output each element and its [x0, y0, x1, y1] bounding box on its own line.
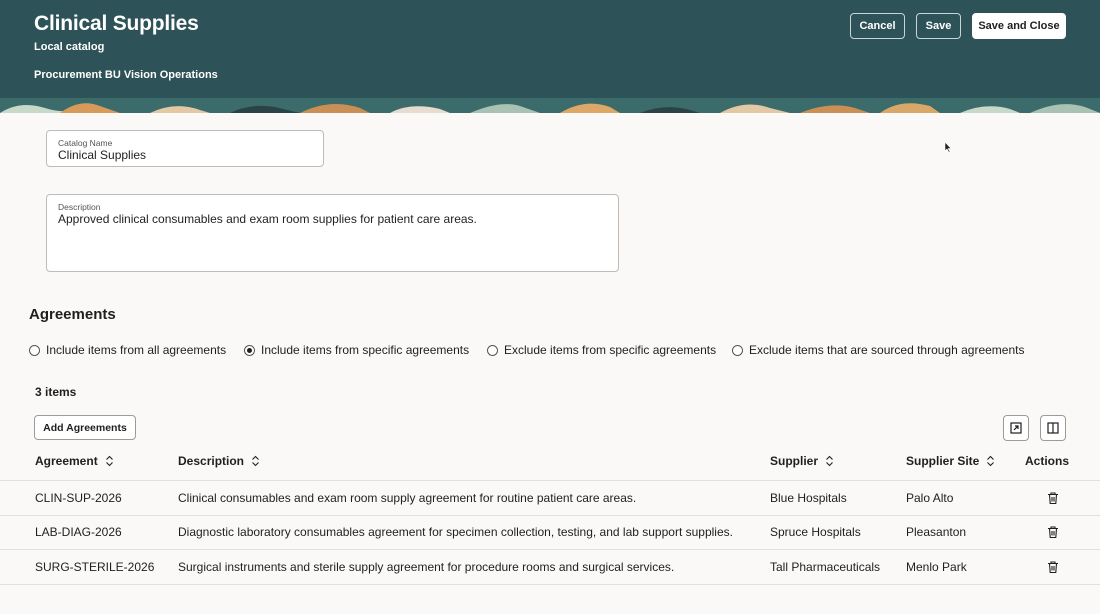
table-divider: [0, 584, 1100, 585]
agreements-section-title: Agreements: [29, 306, 116, 323]
business-unit-label: Procurement BU Vision Operations: [34, 69, 218, 81]
sort-icon[interactable]: [105, 455, 114, 467]
delete-icon[interactable]: [1046, 525, 1060, 539]
column-label: Agreement: [35, 454, 98, 468]
column-header-agreement[interactable]: Agreement: [35, 454, 114, 468]
columns-button[interactable]: [1040, 415, 1066, 441]
page-title: Clinical Supplies: [34, 12, 199, 35]
save-and-close-button[interactable]: Save and Close: [972, 13, 1066, 39]
detach-button[interactable]: [1003, 415, 1029, 441]
catalog-name-field[interactable]: Catalog Name Clinical Supplies: [46, 130, 324, 167]
delete-icon[interactable]: [1046, 560, 1060, 574]
header-decorative-pattern: [0, 98, 1100, 113]
table-divider: [0, 549, 1100, 550]
table-cell-description: Diagnostic laboratory consumables agreem…: [178, 525, 733, 539]
radio-button-icon[interactable]: [29, 344, 40, 356]
table-cell-supplier: Blue Hospitals: [770, 491, 847, 505]
radio-label: Exclude items that are sourced through a…: [749, 343, 1025, 357]
table-cell-supplier-site: Pleasanton: [906, 525, 967, 539]
table-cell-agreement[interactable]: SURG-STERILE-2026: [35, 560, 154, 574]
table-cell-supplier: Tall Pharmaceuticals: [770, 560, 881, 574]
radio-include-specific[interactable]: Include items from specific agreements: [244, 342, 469, 358]
column-label: Supplier: [770, 454, 819, 468]
description-field[interactable]: Description Approved clinical consumable…: [46, 194, 619, 272]
radio-include-all[interactable]: Include items from all agreements: [29, 342, 226, 358]
cancel-button[interactable]: Cancel: [850, 13, 905, 39]
column-header-supplier-site[interactable]: Supplier Site: [906, 454, 995, 468]
items-count: 3 items: [35, 385, 77, 399]
mouse-cursor-icon: [944, 141, 952, 153]
table-cell-agreement[interactable]: LAB-DIAG-2026: [35, 525, 122, 539]
catalog-name-value[interactable]: Clinical Supplies: [58, 148, 146, 162]
column-header-supplier[interactable]: Supplier: [770, 454, 834, 468]
sort-icon[interactable]: [986, 455, 995, 467]
column-label: Supplier Site: [906, 454, 980, 468]
table-cell-supplier-site: Menlo Park: [906, 560, 967, 574]
radio-label: Include items from all agreements: [46, 343, 227, 357]
radio-label: Exclude items from specific agreements: [504, 343, 717, 357]
table-cell-description: Clinical consumables and exam room suppl…: [178, 491, 637, 505]
radio-label: Include items from specific agreements: [261, 343, 470, 357]
table-cell-supplier-site: Palo Alto: [906, 491, 954, 505]
description-value[interactable]: Approved clinical consumables and exam r…: [58, 212, 477, 226]
table-divider: [0, 515, 1100, 516]
column-header-description[interactable]: Description: [178, 454, 260, 468]
radio-exclude-specific[interactable]: Exclude items from specific agreements: [487, 342, 716, 358]
column-label: Actions: [1025, 454, 1070, 468]
table-divider: [0, 480, 1100, 481]
delete-icon[interactable]: [1046, 491, 1060, 505]
columns-icon: [1047, 422, 1059, 434]
table-cell-agreement[interactable]: CLIN-SUP-2026: [35, 491, 122, 505]
radio-button-icon[interactable]: [487, 344, 498, 356]
table-cell-description: Surgical instruments and sterile supply …: [178, 560, 675, 574]
table-cell-supplier: Spruce Hospitals: [770, 525, 861, 539]
catalog-name-label: Catalog Name: [58, 138, 113, 148]
page-header: Clinical Supplies Local catalog Procurem…: [0, 0, 1100, 113]
radio-button-checked-icon[interactable]: [244, 344, 255, 356]
add-agreements-button[interactable]: Add Agreements: [34, 415, 136, 440]
column-header-actions: Actions: [1025, 454, 1069, 468]
description-label: Description: [58, 202, 101, 212]
radio-exclude-sourced[interactable]: Exclude items that are sourced through a…: [732, 342, 1024, 358]
sort-icon[interactable]: [825, 455, 834, 467]
page-subtitle: Local catalog: [34, 41, 105, 53]
sort-icon[interactable]: [251, 455, 260, 467]
radio-button-icon[interactable]: [732, 344, 743, 356]
detach-icon: [1010, 422, 1022, 434]
save-button[interactable]: Save: [916, 13, 961, 39]
column-label: Description: [178, 454, 245, 468]
